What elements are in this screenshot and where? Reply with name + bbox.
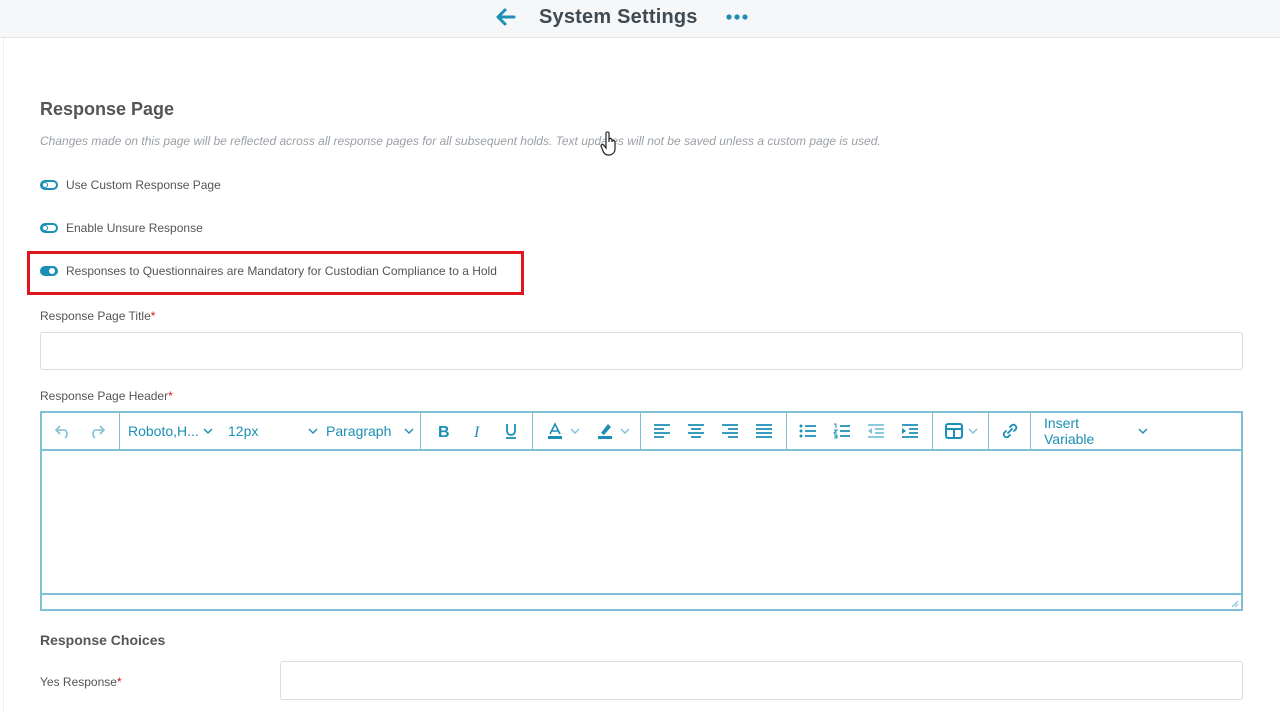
highlight-color-button[interactable] xyxy=(590,413,636,449)
editor-toolbar: Roboto,H... 12px Paragraph B I Insert Va… xyxy=(42,413,1241,451)
chevron-down-icon xyxy=(968,428,977,434)
section-description: Changes made on this page will be reflec… xyxy=(40,134,881,148)
response-page-header-label: Response Page Header* xyxy=(40,389,173,403)
custom-response-page-toggle[interactable] xyxy=(40,180,58,190)
redo-icon[interactable] xyxy=(84,413,110,449)
chevron-down-icon xyxy=(404,428,414,434)
required-marker: * xyxy=(168,389,173,403)
svg-text:B: B xyxy=(438,424,450,439)
chevron-down-icon xyxy=(203,428,213,434)
yes-response-label: Yes Response* xyxy=(40,675,122,689)
section-title: Response Page xyxy=(40,99,175,119)
align-right-icon[interactable] xyxy=(716,413,744,449)
field-label-text: Response Page Title xyxy=(40,309,151,323)
hand-cursor-icon xyxy=(600,131,616,156)
align-left-icon[interactable] xyxy=(648,413,676,449)
bullet-list-icon[interactable] xyxy=(794,413,822,449)
font-size-select[interactable]: 12px xyxy=(228,413,318,449)
text-color-button[interactable] xyxy=(540,413,586,449)
editor-content-area[interactable] xyxy=(42,451,1241,593)
undo-icon[interactable] xyxy=(50,413,76,449)
toggle-label: Use Custom Response Page xyxy=(66,178,221,192)
yes-response-input[interactable] xyxy=(280,661,1243,700)
font-size-value: 12px xyxy=(228,423,259,439)
align-center-icon[interactable] xyxy=(682,413,710,449)
page-title: System Settings xyxy=(539,6,698,28)
response-choices-title: Response Choices xyxy=(40,632,166,648)
numbered-list-icon[interactable] xyxy=(828,413,856,449)
bold-icon[interactable]: B xyxy=(430,413,456,449)
table-icon xyxy=(944,423,963,439)
underline-icon[interactable] xyxy=(498,413,524,449)
block-format-value: Paragraph xyxy=(326,423,392,439)
link-icon[interactable] xyxy=(996,413,1024,449)
response-page-title-label: Response Page Title* xyxy=(40,309,155,323)
chevron-down-icon xyxy=(308,428,318,434)
unsure-response-toggle[interactable] xyxy=(40,223,58,233)
required-marker: * xyxy=(150,309,156,323)
field-label-text: Response Page Header xyxy=(40,389,169,403)
font-family-value: Roboto,H... xyxy=(128,423,199,439)
insert-variable-label: Insert Variable xyxy=(1044,415,1095,447)
highlight-pen-icon xyxy=(598,424,612,439)
chevron-down-icon xyxy=(620,428,630,434)
more-options-icon[interactable] xyxy=(725,8,749,26)
insert-variable-select[interactable]: Insert Variable xyxy=(1044,413,1148,449)
toggle-label: Enable Unsure Response xyxy=(66,221,203,235)
highlight-box xyxy=(27,251,524,295)
outdent-icon[interactable] xyxy=(862,413,890,449)
resize-handle-icon[interactable] xyxy=(1229,598,1239,608)
italic-icon[interactable]: I xyxy=(464,413,490,449)
align-justify-icon[interactable] xyxy=(750,413,778,449)
toggle-row-custom-page: Use Custom Response Page xyxy=(40,175,221,195)
chevron-down-icon xyxy=(570,428,580,434)
font-family-select[interactable]: Roboto,H... xyxy=(128,413,220,449)
required-marker: * xyxy=(116,675,122,689)
rich-text-editor: Roboto,H... 12px Paragraph B I Insert Va… xyxy=(40,411,1243,611)
indent-icon[interactable] xyxy=(896,413,924,449)
toggle-row-unsure: Enable Unsure Response xyxy=(40,218,203,238)
block-format-select[interactable]: Paragraph xyxy=(326,413,414,449)
back-arrow-icon[interactable] xyxy=(494,5,518,29)
svg-text:I: I xyxy=(473,424,480,439)
top-bar: System Settings xyxy=(0,0,1280,38)
editor-status-bar xyxy=(42,593,1241,609)
field-label-text: Yes Response xyxy=(40,675,117,689)
text-color-icon xyxy=(548,422,562,439)
response-page-title-input[interactable] xyxy=(40,332,1243,370)
chevron-down-icon xyxy=(1138,428,1148,434)
table-button[interactable] xyxy=(940,413,982,449)
